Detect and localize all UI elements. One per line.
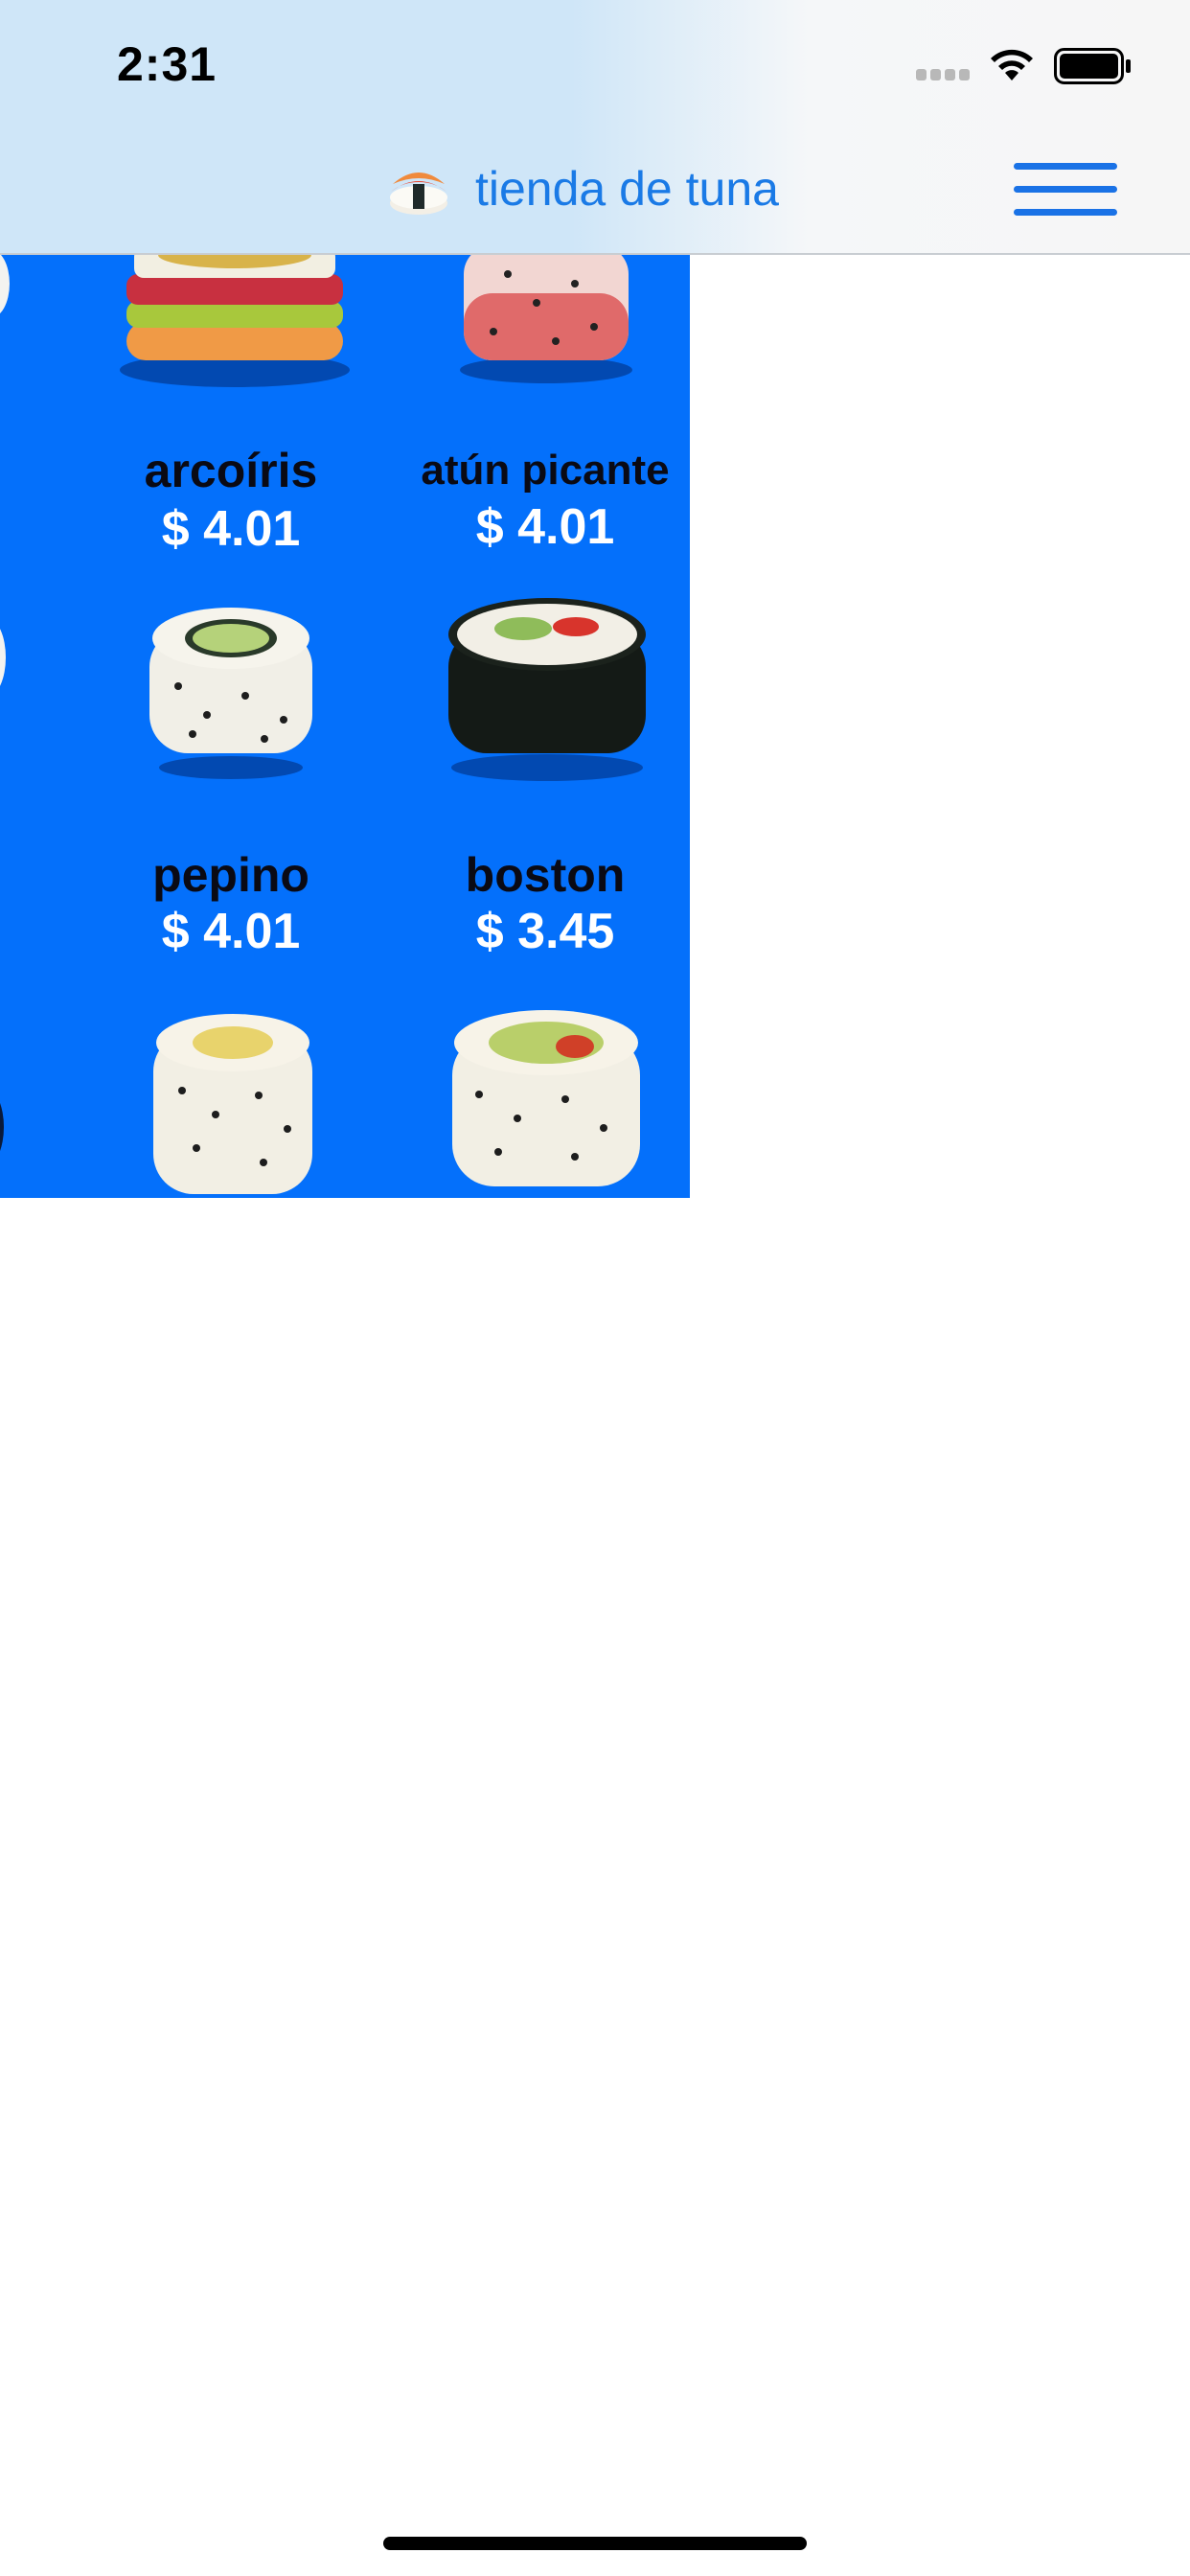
product-price: $ 4.01 xyxy=(475,499,615,555)
wifi-icon xyxy=(991,49,1033,80)
hamburger-menu-icon[interactable] xyxy=(1014,161,1119,218)
navigation-bar: 2:31 tienda de tuna xyxy=(0,0,1190,255)
product-name[interactable]: pepino xyxy=(73,847,389,903)
product-grid: arcoíris $ 4.01 atún picante $ 4.01 pepi… xyxy=(0,255,690,1198)
product-name[interactable]: arcoíris xyxy=(73,443,389,498)
status-time: 2:31 xyxy=(117,37,217,91)
product-price: $ 4.01 xyxy=(161,904,301,959)
product-price: $ 3.45 xyxy=(475,904,615,959)
boston-roll-image[interactable] xyxy=(437,590,657,782)
sushi-icon xyxy=(390,172,447,215)
sushi-roll-image[interactable] xyxy=(450,255,642,389)
product-name[interactable]: atún picante xyxy=(387,447,690,494)
home-indicator[interactable] xyxy=(383,2537,807,2550)
battery-icon xyxy=(1054,48,1131,84)
sushi-roll-image[interactable] xyxy=(0,1079,19,1175)
sushi-roll-image[interactable] xyxy=(0,610,19,705)
product-name[interactable]: boston xyxy=(387,847,690,903)
product-price: $ 4.01 xyxy=(161,501,301,557)
cucumber-roll-image[interactable] xyxy=(140,600,322,782)
sushi-roll-image[interactable] xyxy=(0,255,29,322)
app-title[interactable]: tienda de tuna xyxy=(475,161,779,217)
sesame-roll-image[interactable] xyxy=(441,999,652,1198)
sesame-roll-image[interactable] xyxy=(144,1004,322,1198)
sushi-roll-image[interactable] xyxy=(115,255,355,389)
cellular-signal-icon xyxy=(916,69,972,82)
